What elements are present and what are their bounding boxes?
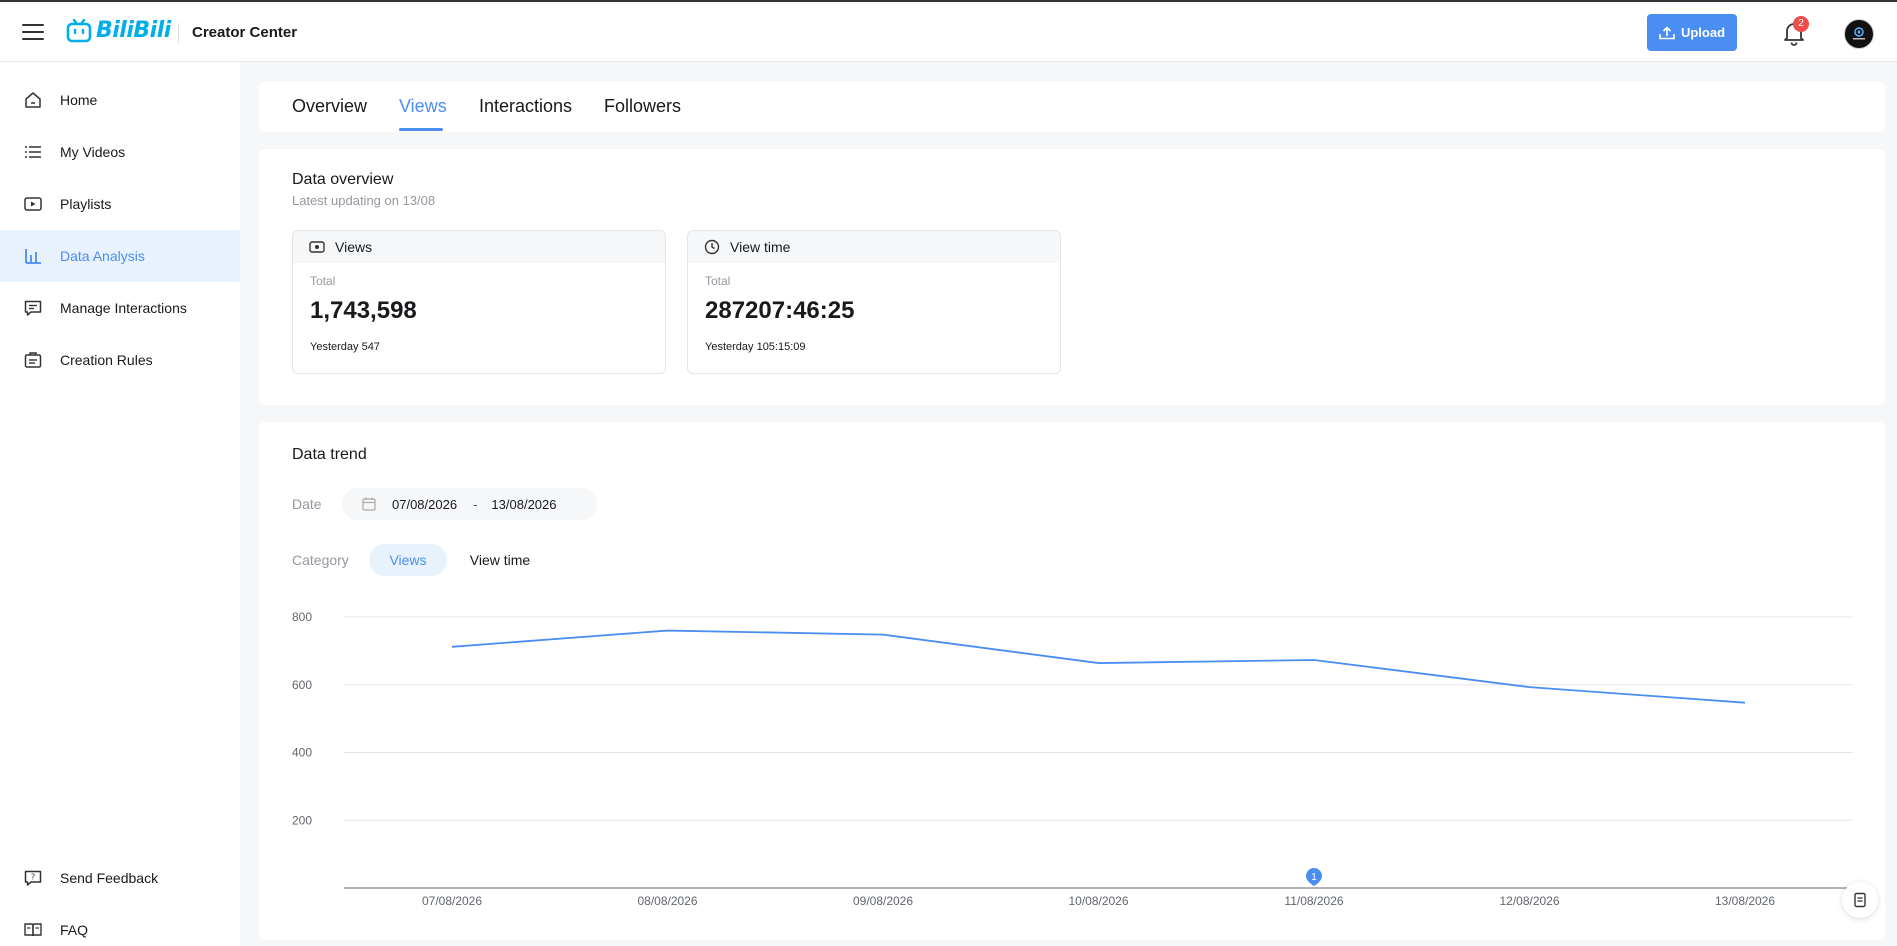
y-tick-label: 200 <box>292 813 312 827</box>
y-tick-label: 400 <box>292 746 312 760</box>
section-title: Data overview <box>292 171 394 188</box>
tv-logo-icon <box>66 18 92 42</box>
y-tick-label: 600 <box>292 678 312 692</box>
x-tick-label: 13/08/2026 <box>1715 894 1775 908</box>
sidebar-item-home[interactable]: Home <box>0 74 240 126</box>
date-end[interactable]: 13/08/2026 <box>491 497 556 512</box>
stat-card-header: View time <box>688 231 1060 263</box>
sidebar: Home My Videos Playlists Data Analysis M… <box>0 62 240 946</box>
svg-text:?: ? <box>31 873 35 882</box>
sidebar-item-label: Data Analysis <box>60 248 145 264</box>
page-title: Creator Center <box>192 24 298 41</box>
stat-card-title: Views <box>335 239 373 255</box>
views-line-chart: 200 400 600 800 07/08/2026 08/08/2026 09/08/20… <box>292 610 1853 908</box>
calendar-icon <box>362 497 376 511</box>
avatar[interactable] <box>1844 19 1874 49</box>
sidebar-item-send-feedback[interactable]: ? Send Feedback <box>0 852 240 904</box>
tab-views[interactable]: Views <box>399 96 447 117</box>
tab-interactions[interactable]: Interactions <box>479 96 572 117</box>
sidebar-item-manage-interactions[interactable]: Manage Interactions <box>0 282 240 334</box>
playlist-icon <box>24 195 42 213</box>
notification-badge: 2 <box>1793 16 1809 32</box>
sidebar-item-label: Send Feedback <box>60 870 159 886</box>
event-marker-label: 1 <box>1311 872 1317 883</box>
stat-yesterday: Yesterday 105:15:09 <box>705 341 806 353</box>
category-view-time-chip[interactable]: View time <box>457 544 543 576</box>
upload-button[interactable]: Upload <box>1647 14 1737 51</box>
category-views-chip[interactable]: Views <box>369 544 447 576</box>
stat-value: 287207:46:25 <box>705 297 855 324</box>
active-tab-indicator <box>399 128 443 131</box>
sidebar-item-label: Creation Rules <box>60 352 153 368</box>
date-separator: - <box>473 496 478 512</box>
avatar-image <box>1853 27 1865 40</box>
views-series-line <box>451 629 1746 704</box>
clock-icon <box>704 239 720 255</box>
tab-followers[interactable]: Followers <box>604 96 681 117</box>
stat-yesterday: Yesterday 547 <box>310 341 380 353</box>
video-icon <box>309 239 325 255</box>
home-icon <box>24 91 42 109</box>
sidebar-item-label: Home <box>60 92 98 108</box>
category-label: Category <box>292 552 349 568</box>
x-tick-label: 08/08/2026 <box>637 894 697 908</box>
x-tick-label: 09/08/2026 <box>853 894 913 908</box>
bilibili-logo[interactable]: BiliBili <box>66 18 171 43</box>
document-icon <box>1854 892 1866 908</box>
list-icon <box>24 143 42 161</box>
views-stat-card: Views Total 1,743,598 Yesterday 547 <box>292 230 666 374</box>
sidebar-item-creation-rules[interactable]: Creation Rules <box>0 334 240 386</box>
sidebar-item-playlists[interactable]: Playlists <box>0 178 240 230</box>
sidebar-item-label: FAQ <box>60 922 89 938</box>
data-overview-section: Data overview Latest updating on 13/08 V… <box>259 149 1885 405</box>
comment-icon <box>24 299 42 317</box>
tab-overview[interactable]: Overview <box>292 96 367 117</box>
view-time-stat-card: View time Total 287207:46:25 Yesterday 1… <box>687 230 1061 374</box>
sidebar-item-faq[interactable]: FAQ <box>0 904 240 946</box>
stat-card-header: Views <box>293 231 665 263</box>
stat-label: Total <box>705 274 731 288</box>
date-label: Date <box>292 496 322 512</box>
tab-bar: Overview Views Interactions Followers <box>259 82 1885 132</box>
floating-help-button[interactable] <box>1842 882 1878 918</box>
sidebar-item-label: Manage Interactions <box>60 300 187 316</box>
x-tick-label: 12/08/2026 <box>1499 894 1559 908</box>
bar-chart-icon <box>24 247 42 265</box>
upload-icon <box>1659 25 1675 39</box>
book-icon <box>24 921 42 939</box>
stat-label: Total <box>310 274 336 288</box>
divider <box>178 23 179 43</box>
stat-card-title: View time <box>730 239 791 255</box>
x-tick-label: 11/08/2026 <box>1284 894 1343 908</box>
last-updated-text: Latest updating on 13/08 <box>292 193 436 208</box>
feedback-icon: ? <box>24 869 42 887</box>
menu-icon[interactable] <box>22 24 44 42</box>
rules-icon <box>24 351 42 369</box>
section-title: Data trend <box>292 446 367 463</box>
sidebar-item-my-videos[interactable]: My Videos <box>0 126 240 178</box>
stat-value: 1,743,598 <box>310 297 417 324</box>
logo-text: BiliBili <box>96 18 171 43</box>
sidebar-item-data-analysis[interactable]: Data Analysis <box>0 230 240 282</box>
top-bar: BiliBili Creator Center Upload 2 <box>0 0 1897 62</box>
date-range-picker[interactable]: 07/08/2026 - 13/08/2026 <box>342 488 598 520</box>
data-trend-section: Data trend Date 07/08/2026 - 13/08/2026 … <box>259 422 1885 940</box>
x-tick-label: 10/08/2026 <box>1068 894 1128 908</box>
y-tick-label: 800 <box>292 610 312 624</box>
x-tick-label: 07/08/2026 <box>422 894 482 908</box>
date-start[interactable]: 07/08/2026 <box>392 497 457 512</box>
sidebar-item-label: Playlists <box>60 196 112 212</box>
sidebar-item-label: My Videos <box>60 144 126 160</box>
upload-label: Upload <box>1680 25 1726 40</box>
